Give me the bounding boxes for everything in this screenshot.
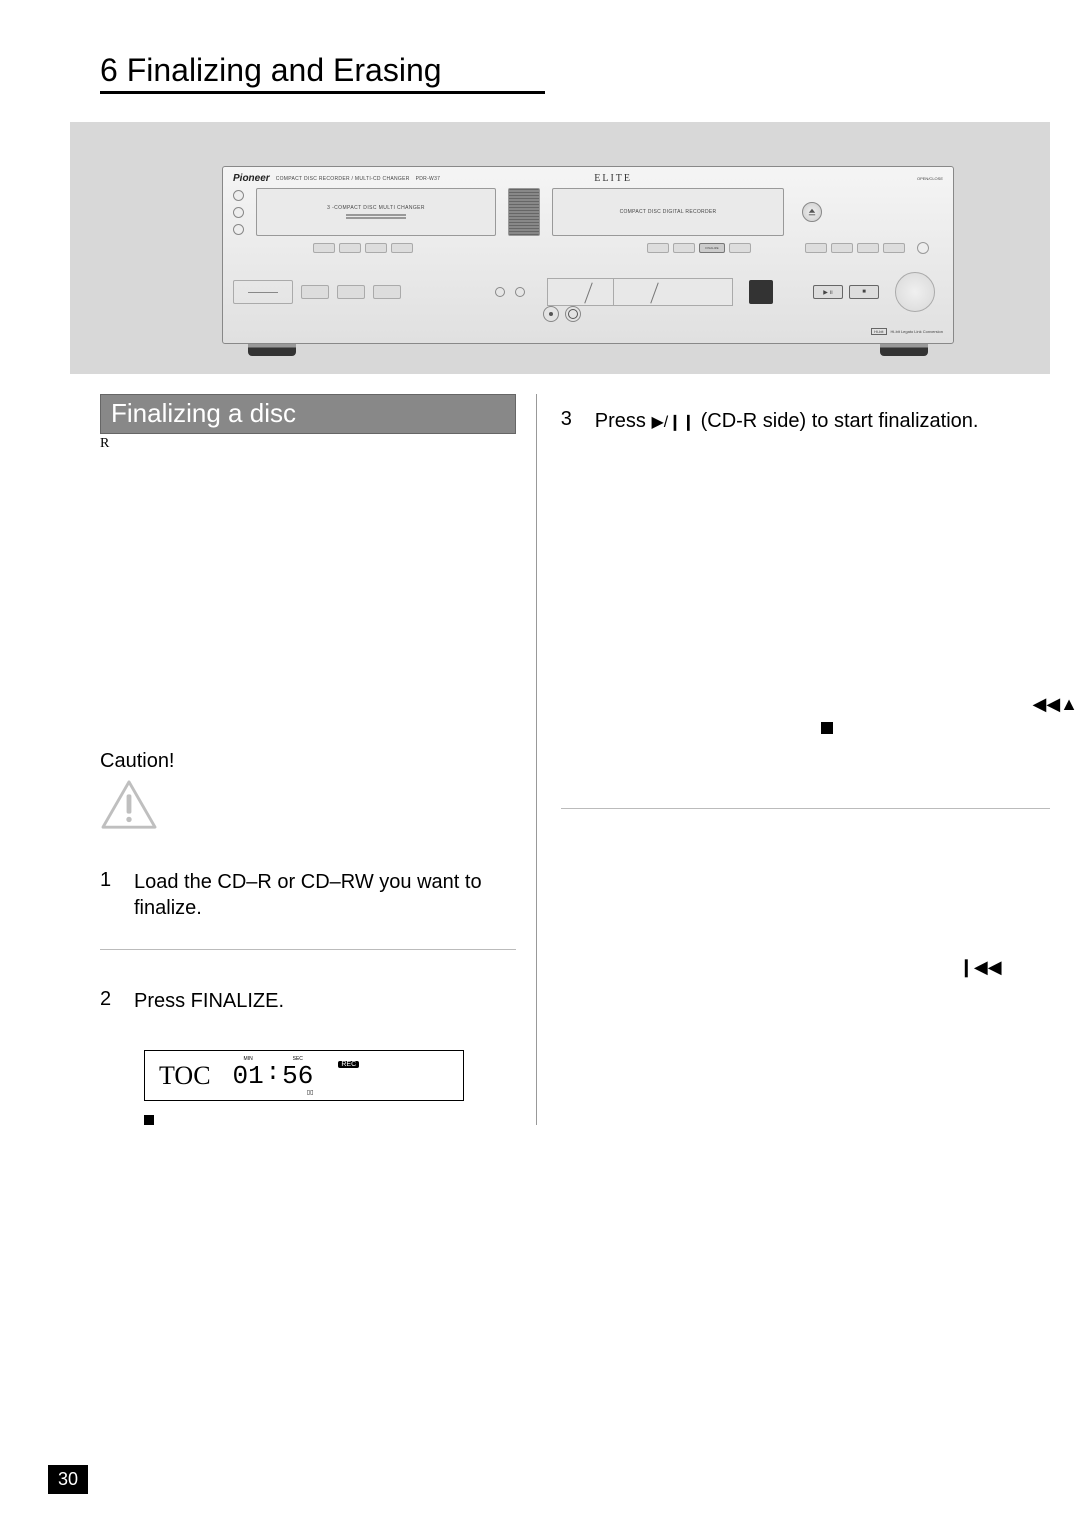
step-2: 2 Press FINALIZE. <box>100 988 516 1014</box>
section-sub: R <box>100 436 516 452</box>
display-seconds: 56 <box>282 1063 313 1089</box>
section-title: Finalizing a disc <box>100 394 516 434</box>
stop-icon <box>821 722 833 734</box>
display-toc: TOC <box>159 1061 211 1091</box>
eject-button-icon <box>802 202 822 222</box>
caution-heading: Caution! <box>100 750 516 773</box>
step-3-text: Press ▶/❙❙ (CD-R side) to start final­iz… <box>595 408 1010 434</box>
jog-dial-icon <box>895 272 935 312</box>
display-colon: : <box>266 1057 280 1091</box>
right-column: 3 Press ▶/❙❙ (CD-R side) to start final­… <box>537 394 1010 1125</box>
device-illustration: Pioneer COMPACT DISC RECORDER / MULTI-CD… <box>70 122 1050 374</box>
device-foot <box>248 342 296 356</box>
play-pause-button-icon: ▶ ıı <box>813 285 843 299</box>
display-readout: TOC MIN 01 : SEC 56 ▯▯ REC <box>144 1050 464 1101</box>
recorder-label: COMPACT DISC DIGITAL RECORDER <box>620 209 717 215</box>
step-1: 1 Load the CD–R or CD–RW you want to fin… <box>100 869 516 921</box>
display-minutes: 01 <box>233 1063 264 1089</box>
step-number: 3 <box>561 408 573 434</box>
elite-label: ELITE <box>594 173 632 184</box>
divider <box>100 949 516 950</box>
device-front-panel: Pioneer COMPACT DISC RECORDER / MULTI-CD… <box>222 166 954 344</box>
hibit-badge: Hi-bit <box>871 328 886 335</box>
page-number: 30 <box>48 1465 88 1494</box>
left-column: Finalizing a disc R Caution! 1 Load the … <box>100 394 537 1125</box>
chapter-number: 6 <box>100 52 118 88</box>
finalize-button-icon: FINALIZE <box>699 243 725 253</box>
headphone-area <box>233 280 293 304</box>
stop-button-icon: ■ <box>849 285 879 299</box>
stop-icon <box>144 1115 154 1125</box>
cd-logo-icon <box>749 280 773 304</box>
model-description: COMPACT DISC RECORDER / MULTI-CD CHANGER <box>276 176 410 182</box>
prev-track-icon: ❙◀◀ <box>959 957 1010 978</box>
pause-icon: ▯▯ <box>307 1089 314 1096</box>
rec-badge: REC <box>338 1061 359 1068</box>
chapter-header: 6 Finalizing and Erasing <box>100 52 545 94</box>
step-1-text: Load the CD–R or CD–RW you want to final… <box>134 869 516 921</box>
step-number: 2 <box>100 988 112 1014</box>
status-leds <box>233 190 244 235</box>
rewind-eject-icon: ◀◀▲ <box>1032 694 1078 715</box>
step-number: 1 <box>100 869 112 921</box>
legato-text: Hi-bit Legato Link Conversion <box>891 329 943 334</box>
recorder-tray: COMPACT DISC DIGITAL RECORDER <box>552 188 784 236</box>
divider <box>561 808 1050 809</box>
caution-icon <box>100 779 158 831</box>
brand-logo: Pioneer <box>233 173 270 184</box>
changer-tray: 3 -COMPACT DISC MULTI CHANGER <box>256 188 496 236</box>
step-2-text: Press FINALIZE. <box>134 988 516 1014</box>
chapter-title: Finalizing and Erasing <box>127 52 442 88</box>
device-foot <box>880 342 928 356</box>
display-panel <box>508 188 540 236</box>
model-number: PDR-W37 <box>416 176 441 182</box>
open-close-label: OPEN/CLOSE <box>917 176 943 181</box>
changer-label: 3 -COMPACT DISC MULTI CHANGER <box>327 205 425 211</box>
step-3: 3 Press ▶/❙❙ (CD-R side) to start final­… <box>561 408 1010 434</box>
play-pause-icon: ▶/❙❙ <box>651 414 695 431</box>
